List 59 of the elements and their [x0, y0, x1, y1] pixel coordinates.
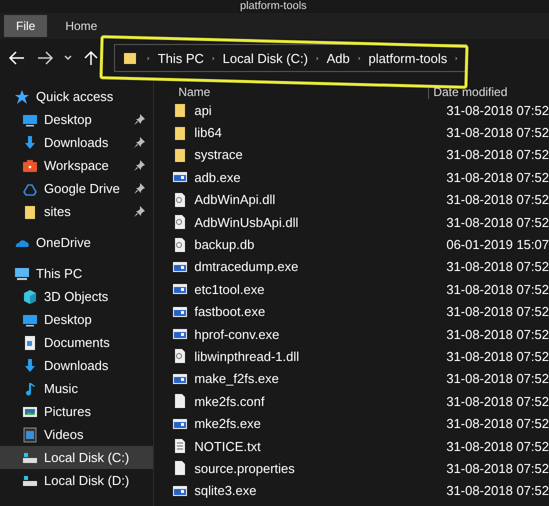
- date-cell-text: 31-08-2018 07:52: [445, 304, 549, 320]
- date-cell-text: 31-08-2018 07:52: [445, 483, 549, 498]
- file-name[interactable]: fastboot.exe: [154, 304, 442, 320]
- file-name[interactable]: api: [154, 102, 442, 118]
- file-name[interactable]: backup.db: [154, 236, 442, 253]
- sidebar-item[interactable]: Local Disk (C:): [0, 446, 154, 469]
- column-header[interactable]: Name: [154, 85, 428, 99]
- sidebar-item[interactable]: Downloads: [0, 131, 154, 154]
- date-cell-text: 31-08-2018 07:52: [445, 192, 549, 208]
- date-cell-text: 31-08-2018 07:52: [445, 125, 549, 140]
- sidebar-item[interactable]: Google Drive: [0, 177, 154, 200]
- date-cell-text: 31-08-2018 07:52: [445, 438, 549, 454]
- date-cell-text: 31-08-2018 07:52: [445, 147, 549, 162]
- file-name[interactable]: make_f2fs.exe: [154, 370, 442, 387]
- sidebar-item[interactable]: Documents: [0, 331, 154, 354]
- ribbon-tab[interactable]: Home: [53, 15, 110, 37]
- date-cell-text: 31-08-2018 07:52: [445, 371, 549, 386]
- file-name[interactable]: source.properties: [154, 460, 442, 476]
- sidebar-item[interactable]: This PC: [0, 262, 154, 285]
- date-cell-text: 31-08-2018 07:52: [445, 460, 549, 476]
- file-name[interactable]: mke2fs.exe: [154, 416, 442, 432]
- file-name[interactable]: sqlite3.exe: [154, 482, 442, 499]
- sidebar-item[interactable]: Music: [0, 377, 154, 400]
- file-name[interactable]: mke2fs.conf: [154, 393, 442, 410]
- date-cell-text: 06-01-2019 15:07: [445, 237, 549, 252]
- column-header[interactable]: Date modified: [428, 85, 508, 99]
- file-name[interactable]: lib64: [154, 124, 442, 141]
- date-cell-text: 31-08-2018 07:52: [445, 348, 549, 364]
- sidebar-item[interactable]: sites: [0, 200, 154, 223]
- file-name[interactable]: AdbWinApi.dll: [154, 192, 442, 208]
- ribbon-tab[interactable]: File: [4, 15, 48, 37]
- date-cell-text: 31-08-2018 07:52: [445, 259, 549, 274]
- date-cell-text: 31-08-2018 07:52: [445, 394, 549, 409]
- date-cell-text: 31-08-2018 07:52: [445, 214, 549, 230]
- sidebar-item[interactable]: Videos: [0, 423, 154, 446]
- file-name[interactable]: adb.exe: [154, 169, 442, 186]
- date-cell-text: 31-08-2018 07:52: [445, 170, 549, 185]
- sidebar-item[interactable]: 3D Objects: [0, 285, 154, 308]
- date-cell-text: 31-08-2018 07:52: [445, 282, 549, 297]
- sidebar-item[interactable]: Downloads: [0, 354, 154, 377]
- file-name[interactable]: dmtracedump.exe: [154, 258, 442, 275]
- sidebar-item[interactable]: Workspace: [0, 154, 154, 177]
- sidebar-item[interactable]: Desktop: [0, 108, 154, 131]
- sidebar-item[interactable]: Quick access: [0, 85, 154, 108]
- address-bar[interactable]: This PC Local Disk (C:) Adb platform-tools: [114, 44, 467, 72]
- sidebar-item[interactable]: OneDrive: [0, 231, 154, 254]
- file-name[interactable]: etc1tool.exe: [154, 281, 442, 298]
- date-cell-text: 31-08-2018 07:52: [445, 416, 549, 432]
- date-cell-text: 31-08-2018 07:52: [445, 326, 549, 342]
- file-name[interactable]: systrace: [154, 146, 442, 163]
- sidebar-item[interactable]: Desktop: [0, 308, 154, 331]
- file-name[interactable]: libwinpthread-1.dll: [154, 348, 442, 364]
- sidebar-item[interactable]: Pictures: [0, 400, 154, 423]
- sidebar-item[interactable]: Local Disk (D:): [0, 469, 154, 492]
- window-title: platform-tools: [239, 0, 308, 13]
- file-name[interactable]: hprof-conv.exe: [154, 326, 442, 342]
- file-name[interactable]: NOTICE.txt: [154, 438, 442, 454]
- date-cell-text: 31-08-2018 07:52: [445, 102, 549, 118]
- file-name[interactable]: AdbWinUsbApi.dll: [154, 214, 442, 230]
